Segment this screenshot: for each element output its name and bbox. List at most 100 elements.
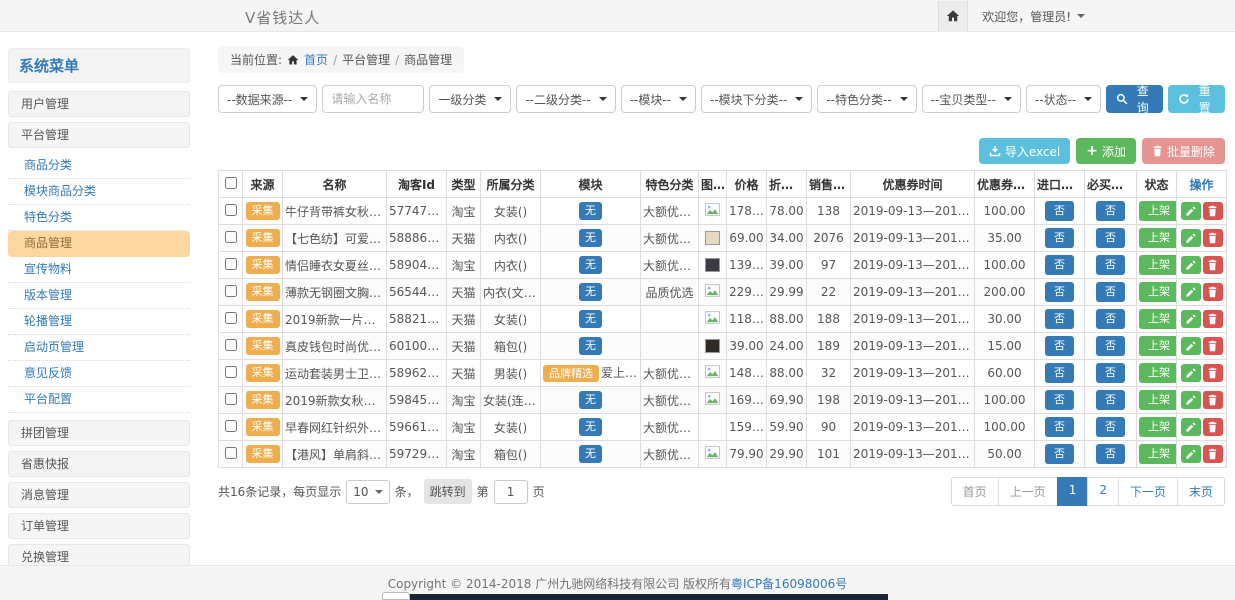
sidebar-subitem-宣传物料[interactable]: 宣传物料 bbox=[8, 257, 190, 283]
must-buy-toggle[interactable]: 否 bbox=[1096, 336, 1125, 355]
data-source-select[interactable]: --数据来源-- bbox=[218, 85, 317, 113]
edit-button[interactable] bbox=[1181, 445, 1201, 463]
sidebar-item-平台管理[interactable]: 平台管理 bbox=[8, 122, 190, 148]
import-toggle[interactable]: 否 bbox=[1045, 309, 1074, 328]
edit-button[interactable] bbox=[1181, 229, 1201, 247]
row-checkbox[interactable] bbox=[225, 339, 237, 351]
edit-button[interactable] bbox=[1181, 283, 1201, 301]
status-button[interactable]: 上架 bbox=[1139, 201, 1177, 220]
import-toggle[interactable]: 否 bbox=[1045, 228, 1074, 247]
page-button-2[interactable]: 2 bbox=[1087, 477, 1119, 506]
row-checkbox[interactable] bbox=[225, 285, 237, 297]
page-button-末页[interactable]: 末页 bbox=[1177, 477, 1225, 506]
jump-page-input[interactable] bbox=[494, 480, 528, 504]
delete-button[interactable] bbox=[1203, 445, 1223, 463]
sidebar-item-用户管理[interactable]: 用户管理 bbox=[8, 91, 190, 117]
jump-button[interactable]: 跳转到 bbox=[424, 479, 472, 504]
sidebar-item-订单管理[interactable]: 订单管理 bbox=[8, 513, 190, 539]
sidebar-item-拼团管理[interactable]: 拼团管理 bbox=[8, 420, 190, 446]
must-buy-toggle[interactable]: 否 bbox=[1096, 417, 1125, 436]
must-buy-toggle[interactable]: 否 bbox=[1096, 444, 1125, 463]
sidebar-item-消息管理[interactable]: 消息管理 bbox=[8, 482, 190, 508]
home-button[interactable] bbox=[938, 1, 968, 32]
status-button[interactable]: 上架 bbox=[1139, 417, 1177, 436]
feature-category-select[interactable]: --特色分类-- bbox=[817, 85, 916, 113]
import-toggle[interactable]: 否 bbox=[1045, 444, 1074, 463]
row-checkbox[interactable] bbox=[225, 420, 237, 432]
import-toggle[interactable]: 否 bbox=[1045, 390, 1074, 409]
item-type-select[interactable]: --宝贝类型-- bbox=[922, 85, 1021, 113]
sidebar-subitem-启动页管理[interactable]: 启动页管理 bbox=[8, 335, 190, 361]
delete-button[interactable] bbox=[1203, 202, 1223, 220]
import-toggle[interactable]: 否 bbox=[1045, 417, 1074, 436]
user-menu[interactable]: 欢迎您，管理员! bbox=[982, 8, 1085, 25]
status-button[interactable]: 上架 bbox=[1139, 228, 1177, 247]
select-all-checkbox[interactable] bbox=[225, 177, 237, 189]
edit-button[interactable] bbox=[1181, 337, 1201, 355]
level1-category-select[interactable]: 一级分类 bbox=[429, 85, 511, 113]
row-checkbox[interactable] bbox=[225, 204, 237, 216]
delete-button[interactable] bbox=[1203, 364, 1223, 382]
edit-button[interactable] bbox=[1181, 256, 1201, 274]
status-button[interactable]: 上架 bbox=[1139, 336, 1177, 355]
edit-button[interactable] bbox=[1181, 364, 1201, 382]
query-button[interactable]: 查询 bbox=[1106, 85, 1163, 113]
status-button[interactable]: 上架 bbox=[1139, 282, 1177, 301]
name-input[interactable] bbox=[322, 85, 424, 113]
row-checkbox[interactable] bbox=[225, 393, 237, 405]
must-buy-toggle[interactable]: 否 bbox=[1096, 309, 1125, 328]
import-toggle[interactable]: 否 bbox=[1045, 336, 1074, 355]
page-button-下一页[interactable]: 下一页 bbox=[1118, 477, 1178, 506]
must-buy-toggle[interactable]: 否 bbox=[1096, 228, 1125, 247]
delete-button[interactable] bbox=[1203, 283, 1223, 301]
status-select[interactable]: --状态-- bbox=[1026, 85, 1101, 113]
must-buy-toggle[interactable]: 否 bbox=[1096, 282, 1125, 301]
sidebar-subitem-意见反馈[interactable]: 意见反馈 bbox=[8, 361, 190, 387]
import-toggle[interactable]: 否 bbox=[1045, 201, 1074, 220]
module-select[interactable]: --模块-- bbox=[621, 85, 696, 113]
level2-category-select[interactable]: --二级分类-- bbox=[516, 85, 615, 113]
page-button-1[interactable]: 1 bbox=[1057, 477, 1089, 506]
import-toggle[interactable]: 否 bbox=[1045, 255, 1074, 274]
must-buy-toggle[interactable]: 否 bbox=[1096, 363, 1125, 382]
icp-link[interactable]: 粤ICP备16098006号 bbox=[731, 575, 847, 592]
status-button[interactable]: 上架 bbox=[1139, 390, 1177, 409]
batch-delete-button[interactable]: 批量删除 bbox=[1142, 138, 1225, 164]
sidebar-subitem-版本管理[interactable]: 版本管理 bbox=[8, 283, 190, 309]
row-checkbox[interactable] bbox=[225, 312, 237, 324]
per-page-select[interactable]: 10 bbox=[346, 480, 389, 504]
module-subcategory-select[interactable]: --模块下分类-- bbox=[701, 85, 812, 113]
status-button[interactable]: 上架 bbox=[1139, 309, 1177, 328]
breadcrumb-home-link[interactable]: 首页 bbox=[304, 51, 328, 68]
edit-button[interactable] bbox=[1181, 391, 1201, 409]
status-button[interactable]: 上架 bbox=[1139, 363, 1177, 382]
sidebar-item-省惠快报[interactable]: 省惠快报 bbox=[8, 451, 190, 477]
edit-button[interactable] bbox=[1181, 202, 1201, 220]
sidebar-subitem-商品管理[interactable]: 商品管理 bbox=[8, 231, 190, 257]
must-buy-toggle[interactable]: 否 bbox=[1096, 255, 1125, 274]
import-excel-button[interactable]: 导入excel bbox=[979, 138, 1070, 164]
delete-button[interactable] bbox=[1203, 391, 1223, 409]
status-button[interactable]: 上架 bbox=[1139, 255, 1177, 274]
delete-button[interactable] bbox=[1203, 418, 1223, 436]
import-toggle[interactable]: 否 bbox=[1045, 282, 1074, 301]
delete-button[interactable] bbox=[1203, 310, 1223, 328]
delete-button[interactable] bbox=[1203, 229, 1223, 247]
delete-button[interactable] bbox=[1203, 256, 1223, 274]
row-checkbox[interactable] bbox=[225, 366, 237, 378]
edit-button[interactable] bbox=[1181, 418, 1201, 436]
sidebar-subitem-平台配置[interactable]: 平台配置 bbox=[8, 387, 190, 413]
must-buy-toggle[interactable]: 否 bbox=[1096, 390, 1125, 409]
row-checkbox[interactable] bbox=[225, 231, 237, 243]
reset-button[interactable]: 重置 bbox=[1168, 85, 1225, 113]
edit-button[interactable] bbox=[1181, 310, 1201, 328]
row-checkbox[interactable] bbox=[225, 447, 237, 459]
delete-button[interactable] bbox=[1203, 337, 1223, 355]
sidebar-subitem-轮播管理[interactable]: 轮播管理 bbox=[8, 309, 190, 335]
must-buy-toggle[interactable]: 否 bbox=[1096, 201, 1125, 220]
status-button[interactable]: 上架 bbox=[1139, 444, 1177, 463]
add-button[interactable]: + 添加 bbox=[1076, 138, 1136, 164]
import-toggle[interactable]: 否 bbox=[1045, 363, 1074, 382]
sidebar-subitem-模块商品分类[interactable]: 模块商品分类 bbox=[8, 179, 190, 205]
row-checkbox[interactable] bbox=[225, 258, 237, 270]
